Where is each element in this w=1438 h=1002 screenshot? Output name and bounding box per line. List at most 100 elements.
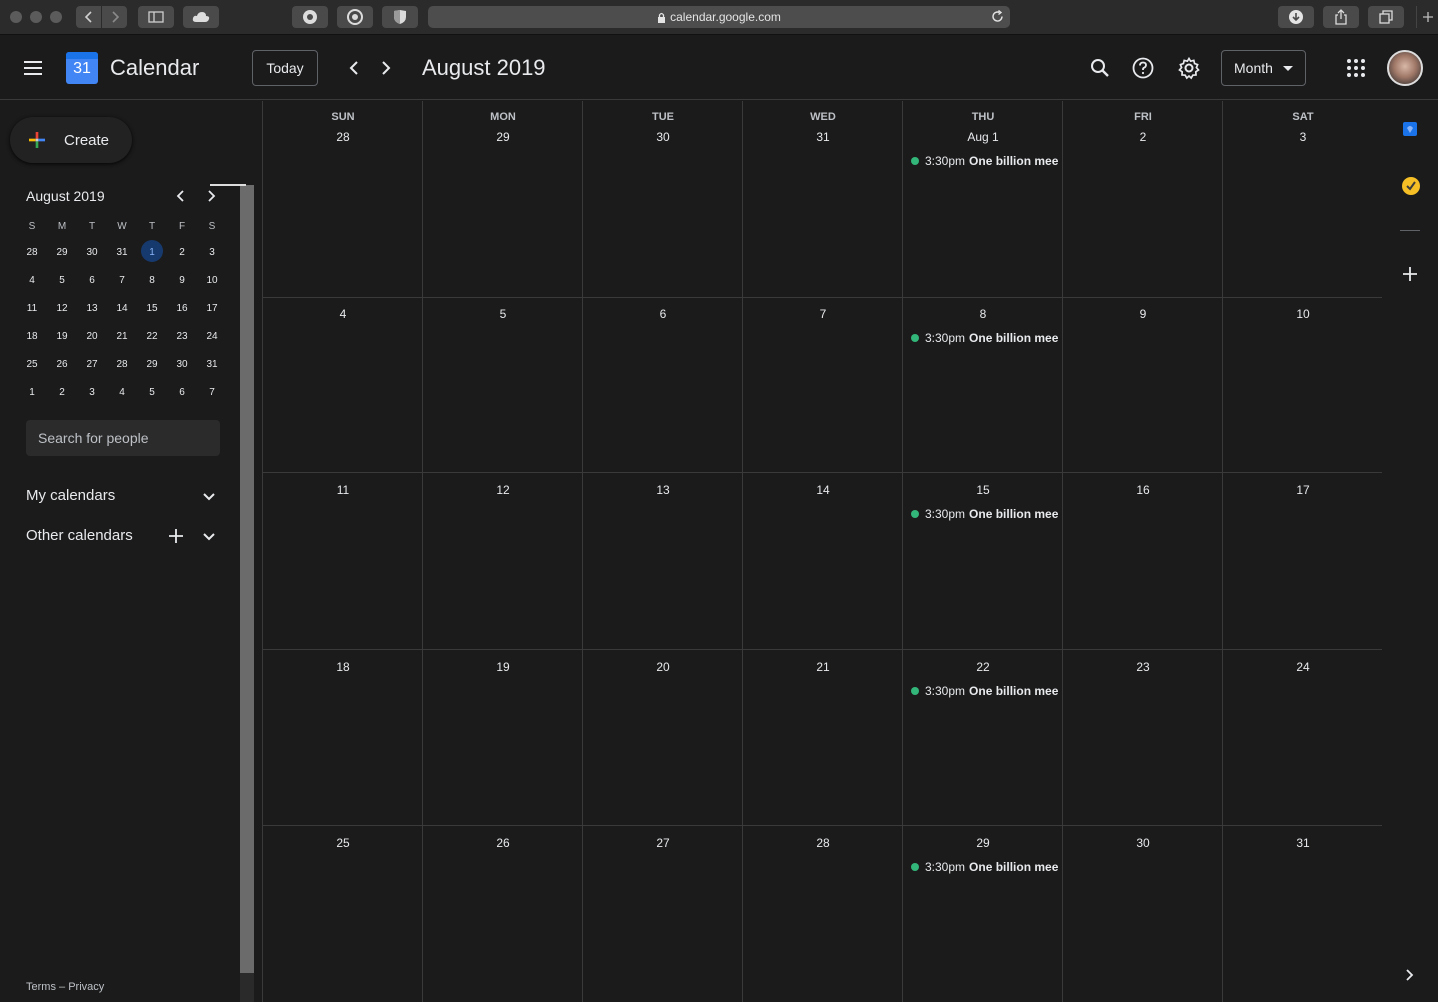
day-number[interactable]: 27 (583, 836, 743, 850)
day-number[interactable]: 24 (1223, 660, 1383, 674)
day-number[interactable]: 31 (1223, 836, 1383, 850)
mini-day[interactable]: 27 (77, 359, 107, 370)
day-number[interactable]: 4 (263, 307, 423, 321)
mini-day[interactable]: 20 (77, 331, 107, 342)
mini-day[interactable]: 19 (47, 331, 77, 342)
terms-link[interactable]: Terms (26, 981, 56, 993)
mini-day[interactable]: 2 (167, 247, 197, 258)
mini-day[interactable]: 10 (197, 275, 227, 286)
mini-day[interactable]: 1 (17, 387, 47, 398)
day-cell[interactable]: 25 (263, 826, 423, 1002)
extension-3-button[interactable] (382, 6, 418, 28)
day-cell[interactable]: 27 (583, 826, 743, 1002)
day-number[interactable]: 15 (903, 483, 1063, 497)
event-chip[interactable]: 3:30pm One billion mee (911, 682, 1059, 700)
browser-back-button[interactable] (76, 6, 101, 28)
day-cell[interactable]: 16 (1063, 473, 1223, 649)
mini-day[interactable]: 2 (47, 387, 77, 398)
mini-day[interactable]: 24 (197, 331, 227, 342)
event-chip[interactable]: 3:30pm One billion mee (911, 505, 1059, 523)
mini-day[interactable]: 3 (77, 387, 107, 398)
mini-day[interactable]: 11 (17, 303, 47, 314)
settings-gear-icon[interactable] (1177, 56, 1201, 80)
day-cell[interactable]: FRI 2 (1063, 101, 1223, 297)
day-number[interactable]: 30 (1063, 836, 1223, 850)
mini-day[interactable]: 22 (137, 331, 167, 342)
day-number[interactable]: 12 (423, 483, 583, 497)
mini-day[interactable]: 29 (47, 247, 77, 258)
tasks-icon[interactable] (1401, 176, 1421, 196)
event-chip[interactable]: 3:30pm One billion mee (911, 152, 1059, 170)
day-number[interactable]: 21 (743, 660, 903, 674)
address-bar[interactable]: calendar.google.com (428, 6, 1010, 28)
day-number[interactable]: 19 (423, 660, 583, 674)
day-number[interactable]: 30 (583, 130, 743, 144)
day-number[interactable]: 5 (423, 307, 583, 321)
next-period-icon[interactable] (374, 56, 398, 80)
day-cell[interactable]: 24 (1223, 650, 1383, 825)
day-cell[interactable]: 13 (583, 473, 743, 649)
mini-day[interactable]: 3 (197, 247, 227, 258)
mini-day[interactable]: 30 (77, 247, 107, 258)
my-calendars-toggle[interactable]: My calendars (26, 487, 115, 504)
day-cell[interactable]: 17 (1223, 473, 1383, 649)
zoom-window-icon[interactable] (50, 11, 62, 23)
app-title[interactable]: Calendar (110, 55, 199, 81)
mini-day[interactable]: 7 (197, 387, 227, 398)
mini-day[interactable]: 29 (137, 359, 167, 370)
apps-grid-icon[interactable] (1344, 56, 1368, 80)
help-icon[interactable] (1131, 56, 1155, 80)
day-number[interactable]: 23 (1063, 660, 1223, 674)
mini-day[interactable]: 5 (47, 275, 77, 286)
day-cell[interactable]: WED 31 (743, 101, 903, 297)
day-number[interactable]: 17 (1223, 483, 1383, 497)
day-number[interactable]: 26 (423, 836, 583, 850)
extension-1-button[interactable] (292, 6, 328, 28)
day-cell[interactable]: 26 (423, 826, 583, 1002)
day-cell[interactable]: 31 (1223, 826, 1383, 1002)
mini-day[interactable]: 21 (107, 331, 137, 342)
mini-day[interactable]: 25 (17, 359, 47, 370)
mini-day[interactable]: 7 (107, 275, 137, 286)
event-chip[interactable]: 3:30pm One billion mee (911, 329, 1059, 347)
mini-day[interactable]: 16 (167, 303, 197, 314)
mini-day[interactable]: 6 (167, 387, 197, 398)
day-cell[interactable]: MON 29 (423, 101, 583, 297)
day-cell[interactable]: 5 (423, 297, 583, 472)
day-number[interactable]: 29 (423, 130, 583, 144)
day-cell[interactable]: 14 (743, 473, 903, 649)
day-number[interactable]: 9 (1063, 307, 1223, 321)
day-number[interactable]: 20 (583, 660, 743, 674)
day-cell[interactable]: 30 (1063, 826, 1223, 1002)
day-cell[interactable]: 23 (1063, 650, 1223, 825)
day-number[interactable]: 25 (263, 836, 423, 850)
privacy-link[interactable]: Privacy (68, 981, 104, 993)
mini-day[interactable]: 12 (47, 303, 77, 314)
day-number[interactable]: 31 (743, 130, 903, 144)
day-cell[interactable]: 11 (263, 473, 423, 649)
share-button[interactable] (1323, 6, 1359, 28)
search-icon[interactable] (1088, 56, 1112, 80)
add-addon-plus-icon[interactable] (1401, 265, 1419, 283)
day-cell[interactable]: 22 3:30pm One billion mee (903, 650, 1063, 825)
day-cell[interactable]: 9 (1063, 297, 1223, 472)
previous-period-icon[interactable] (342, 56, 366, 80)
day-number[interactable]: 28 (743, 836, 903, 850)
create-button[interactable]: Create (10, 117, 132, 163)
day-cell[interactable]: 6 (583, 297, 743, 472)
sidebar-scrollbar-thumb[interactable] (240, 185, 254, 973)
day-cell[interactable]: 19 (423, 650, 583, 825)
mini-day[interactable]: 4 (107, 387, 137, 398)
add-calendar-plus-icon[interactable] (167, 527, 185, 545)
chevron-down-icon[interactable] (201, 489, 217, 505)
day-number[interactable]: 22 (903, 660, 1063, 674)
mini-prev-month-icon[interactable] (174, 189, 188, 203)
mini-day[interactable]: 4 (17, 275, 47, 286)
day-number[interactable]: 29 (903, 836, 1063, 850)
day-number[interactable]: 2 (1063, 130, 1223, 144)
mini-day[interactable]: 6 (77, 275, 107, 286)
mini-day[interactable]: 8 (137, 275, 167, 286)
day-cell[interactable]: 8 3:30pm One billion mee (903, 297, 1063, 472)
minimize-window-icon[interactable] (30, 11, 42, 23)
sidebar-toggle-button[interactable] (138, 6, 174, 28)
